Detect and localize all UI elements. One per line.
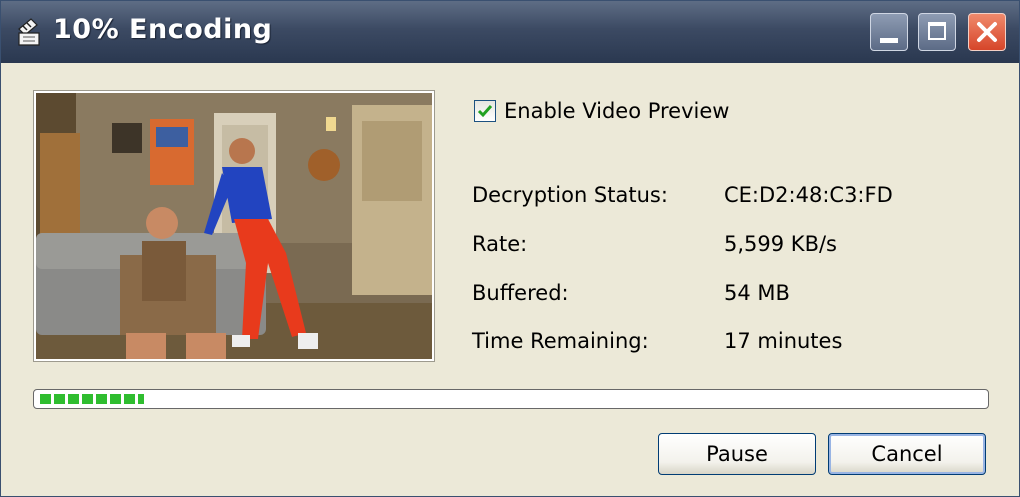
maximize-icon xyxy=(928,22,946,40)
cancel-button[interactable]: Cancel xyxy=(828,433,986,475)
title-bar[interactable]: 10% Encoding xyxy=(1,1,1019,63)
rate-label: Rate: xyxy=(472,232,528,256)
enable-preview-row[interactable]: Enable Video Preview xyxy=(474,97,729,125)
decryption-status-value: CE:D2:48:C3:FD xyxy=(724,183,893,207)
close-icon xyxy=(977,22,997,42)
enable-preview-checkbox[interactable] xyxy=(474,100,496,122)
pause-button[interactable]: Pause xyxy=(658,433,816,475)
film-clapper-icon xyxy=(18,18,40,46)
enable-preview-label: Enable Video Preview xyxy=(504,99,730,123)
encoding-window: 10% Encoding Enable Video Preview Decryp… xyxy=(0,0,1020,497)
window-title: 10% Encoding xyxy=(53,14,273,45)
minimize-button[interactable] xyxy=(870,13,908,51)
progress-fill xyxy=(40,394,144,404)
checkmark-icon xyxy=(477,105,493,118)
video-preview xyxy=(33,90,435,362)
buffered-label: Buffered: xyxy=(472,281,569,305)
minimize-icon xyxy=(880,38,898,43)
maximize-button[interactable] xyxy=(918,13,956,51)
time-remaining-label: Time Remaining: xyxy=(472,329,649,353)
time-remaining-value: 17 minutes xyxy=(724,329,843,353)
encoding-progress-bar xyxy=(33,389,989,409)
video-frame-image xyxy=(36,93,432,359)
buffered-value: 54 MB xyxy=(724,281,790,305)
dialog-body: Enable Video Preview Decryption Status: … xyxy=(8,63,1012,489)
rate-value: 5,599 KB/s xyxy=(724,232,837,256)
close-button[interactable] xyxy=(968,13,1006,51)
decryption-status-label: Decryption Status: xyxy=(472,183,668,207)
